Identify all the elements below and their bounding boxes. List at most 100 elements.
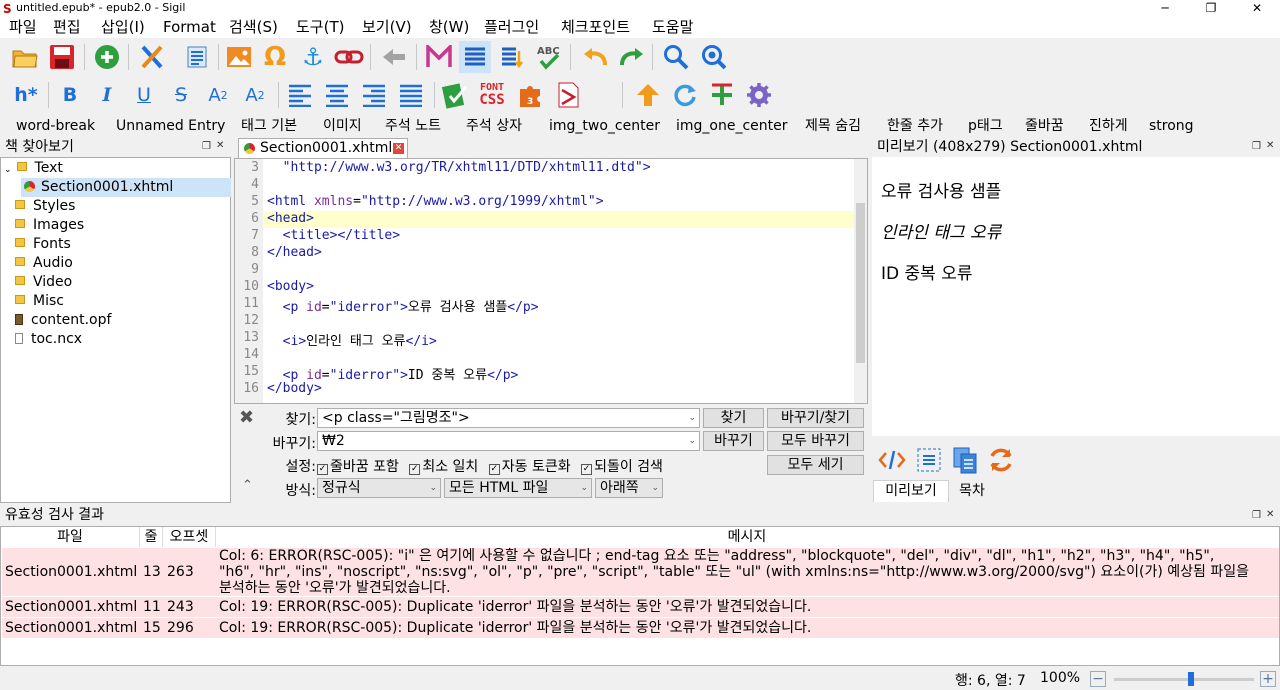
align-justify-icon[interactable] [395, 79, 427, 111]
scrollbar-thumb[interactable] [856, 203, 865, 363]
tree-folder-fonts[interactable]: Fonts [15, 235, 71, 254]
menu-plugins[interactable]: 플러그인 [484, 18, 539, 36]
clip-note[interactable]: 주석 노트 [385, 117, 441, 135]
tree-file-content-opf[interactable]: content.opf [15, 311, 111, 330]
bold-button[interactable]: B [54, 79, 86, 111]
menu-format[interactable]: Format [163, 18, 216, 36]
generate-toc-icon[interactable] [496, 41, 528, 73]
collapse-up-icon[interactable]: ⌃ [242, 478, 253, 493]
menu-edit[interactable]: 편집 [53, 18, 81, 36]
tab-toc[interactable]: 목차 [952, 481, 992, 502]
replace-input[interactable]: ₩2 ⌄ [317, 431, 700, 451]
search-icon[interactable] [660, 41, 692, 73]
option-minimal-checkbox[interactable]: ✓ 최소 일치 [409, 459, 478, 475]
col-header-message[interactable]: 메시지 [216, 527, 1278, 547]
mode-select[interactable]: 정규식 ⌄ [317, 478, 441, 498]
align-right-icon[interactable] [358, 79, 390, 111]
direction-select[interactable]: 아래쪽 ⌄ [595, 478, 663, 498]
col-header-offset[interactable]: 오프셋 [163, 527, 216, 547]
tree-file-section0001[interactable]: Section0001.xhtml [21, 178, 231, 197]
tree-folder-misc[interactable]: Misc [15, 292, 64, 311]
pdf-plugin-icon[interactable] [552, 79, 584, 111]
collapse-chevron-icon[interactable]: ⌄ [4, 165, 12, 175]
tree-folder-styles[interactable]: Styles [15, 197, 75, 216]
code-line[interactable]: <head> [267, 211, 314, 226]
dropdown-arrow-icon[interactable]: ⌄ [688, 432, 696, 450]
col-header-file[interactable]: 파일 [1, 527, 140, 547]
clip-img-two-center[interactable]: img_two_center [549, 117, 660, 135]
reload-preview-icon[interactable] [985, 444, 1017, 476]
table-row[interactable]: Section0001.xhtml 15 296 Col: 19: ERROR(… [2, 618, 1279, 638]
move-up-icon[interactable] [632, 79, 664, 111]
toc-icon[interactable] [459, 41, 491, 73]
dropdown-arrow-icon[interactable]: ⌄ [688, 409, 696, 427]
dropdown-arrow-icon[interactable]: ⌄ [429, 479, 437, 497]
tree-folder-audio[interactable]: Audio [15, 254, 73, 273]
col-header-line[interactable]: 줄 [140, 527, 163, 547]
float-panel-icon[interactable]: ❐ [202, 141, 211, 152]
table-row[interactable]: Section0001.xhtml 13 263 Col: 6: ERROR(R… [2, 548, 1279, 596]
tab-preview[interactable]: 미리보기 [873, 480, 949, 502]
code-line[interactable]: </body> [267, 381, 322, 396]
code-line[interactable]: </head> [267, 245, 322, 260]
menu-checkpoints[interactable]: 체크포인트 [561, 18, 630, 36]
superscript-button[interactable]: A2 [239, 79, 271, 111]
zoom-slider-thumb[interactable] [1187, 672, 1194, 686]
code-line[interactable]: <title></title> [267, 228, 400, 243]
clip-bold[interactable]: 진하게 [1089, 117, 1128, 135]
menu-search[interactable]: 검색(S) [229, 18, 278, 36]
open-icon[interactable] [9, 41, 41, 73]
find-button[interactable]: 찾기 [703, 408, 764, 428]
dropdown-arrow-icon[interactable]: ⌄ [651, 479, 659, 497]
menu-file[interactable]: 파일 [9, 18, 37, 36]
code-view-icon[interactable] [876, 444, 908, 476]
validate-epub-icon[interactable] [440, 79, 472, 111]
clip-p-tag[interactable]: p태그 [968, 117, 1003, 135]
plugin-icon[interactable]: 3 [515, 79, 547, 111]
add-file-icon[interactable] [91, 41, 123, 73]
preview-content[interactable]: 오류 검사용 샘플 인라인 태그 오류 ID 중복 오류 [872, 157, 1280, 436]
code-line[interactable]: "http://www.w3.org/TR/xhtml11/DTD/xhtml1… [267, 160, 651, 175]
clip-img-one-center[interactable]: img_one_center [676, 117, 788, 135]
table-row[interactable]: Section0001.xhtml 11 243 Col: 19: ERROR(… [2, 597, 1279, 617]
close-find-icon[interactable]: ✖ [239, 407, 254, 428]
option-wrap-checkbox[interactable]: ✓ 줄바꿈 포함 [317, 459, 399, 475]
search-replace-icon[interactable] [697, 41, 729, 73]
redo-icon[interactable] [615, 41, 647, 73]
copy-page-icon[interactable] [949, 444, 981, 476]
tree-folder-video[interactable]: Video [15, 273, 72, 292]
maximize-button[interactable]: ❐ [1188, 0, 1234, 16]
dropdown-arrow-icon[interactable]: ⌄ [580, 479, 588, 497]
replace-button[interactable]: 바꾸기 [703, 431, 764, 451]
scope-select[interactable]: 모든 HTML 파일 ⌄ [444, 478, 592, 498]
zoom-out-icon[interactable]: − [1090, 671, 1106, 687]
float-panel-icon[interactable]: ❐ [1252, 510, 1261, 521]
heading-dropdown[interactable]: h* [8, 79, 44, 111]
tab-section0001[interactable]: Section0001.xhtml ✕ [238, 138, 408, 158]
metadata-icon[interactable] [181, 41, 213, 73]
inspect-icon[interactable] [913, 444, 945, 476]
tree-folder-images[interactable]: Images [15, 216, 84, 235]
zoom-slider-track[interactable] [1114, 678, 1254, 681]
back-icon[interactable] [378, 41, 410, 73]
count-all-button[interactable]: 모두 세기 [767, 455, 864, 475]
option-reverse-checkbox[interactable]: ✓ 되돌이 검색 [581, 459, 663, 475]
code-line[interactable]: <p id="iderror">오류 검사용 샘플</p> [267, 296, 539, 315]
anchor-icon[interactable]: ⚓ [297, 41, 329, 73]
special-char-icon[interactable]: Ω [259, 41, 291, 73]
close-panel-icon[interactable]: ✕ [1266, 140, 1274, 151]
clip-image[interactable]: 이미지 [323, 117, 362, 135]
clip-unnamed-entry[interactable]: Unnamed Entry [116, 117, 225, 135]
menu-tools[interactable]: 도구(T) [296, 18, 344, 36]
find-input[interactable]: <p class="그림명조"> ⌄ [317, 408, 700, 428]
code-line[interactable]: <i>인라인 태그 오류</i> [267, 330, 437, 349]
insert-image-icon[interactable] [223, 41, 255, 73]
clip-note-box[interactable]: 주석 상자 [466, 117, 522, 135]
float-panel-icon[interactable]: ❐ [1252, 141, 1261, 152]
close-tab-icon[interactable]: ✕ [393, 143, 404, 154]
align-left-icon[interactable] [284, 79, 316, 111]
menu-view[interactable]: 보기(V) [362, 18, 412, 36]
strikethrough-button[interactable]: S [165, 79, 197, 111]
clip-line-break[interactable]: 줄바꿈 [1025, 117, 1064, 135]
spellcheck-icon[interactable]: ABC [533, 41, 565, 73]
